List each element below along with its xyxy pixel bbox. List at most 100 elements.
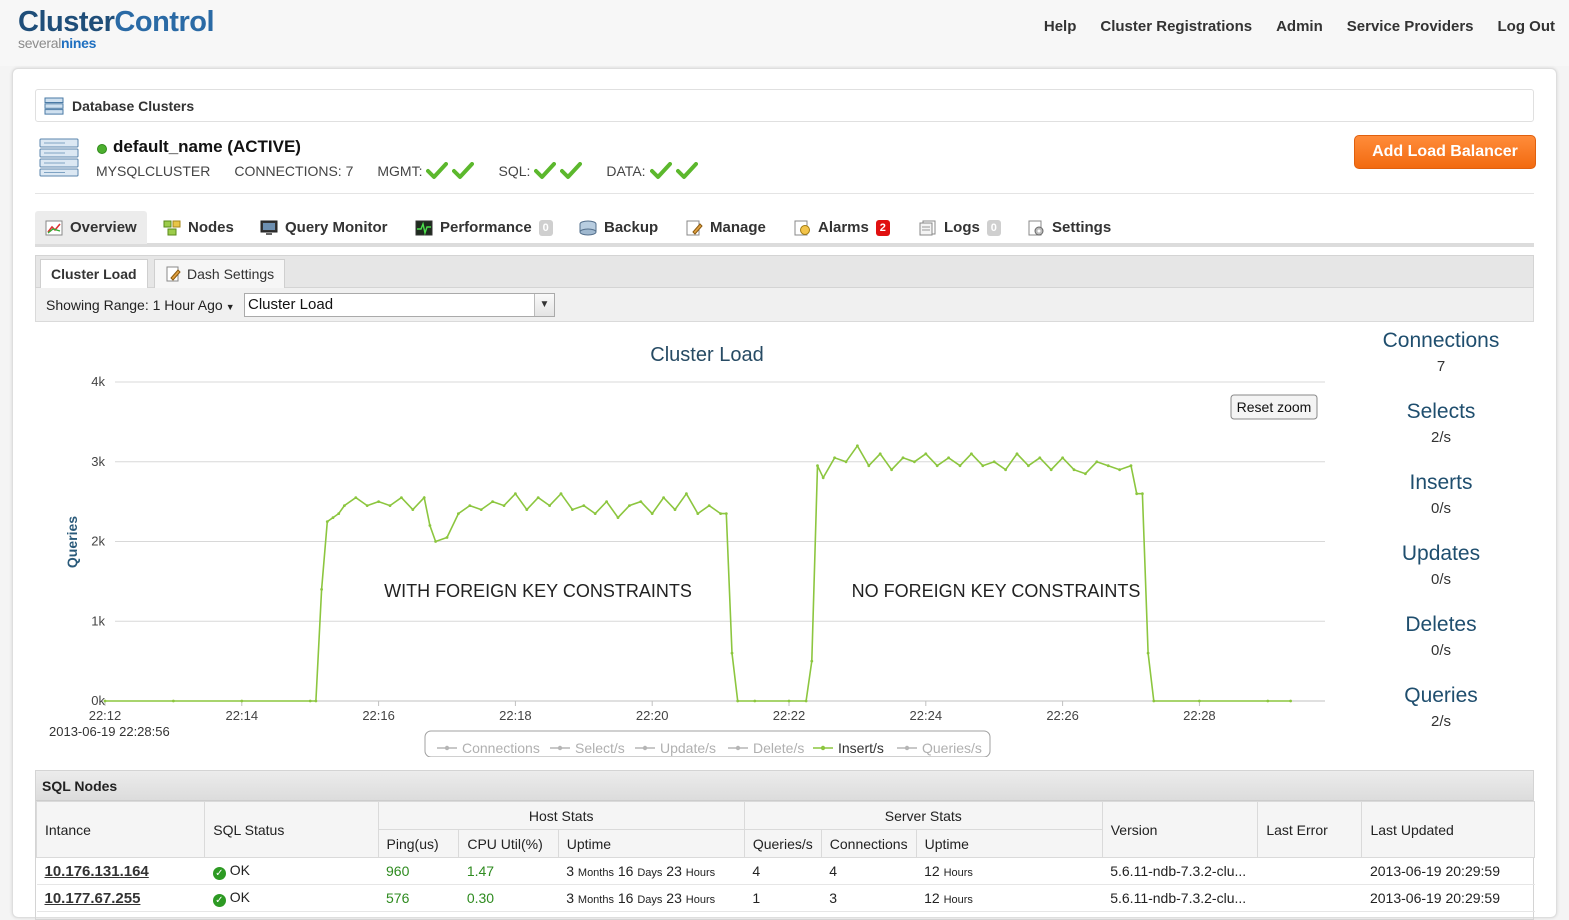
check-icon [675,162,698,179]
range-dropdown[interactable]: Showing Range: 1 Hour Ago ▼ [46,297,235,313]
x-tick-label: 22:28 [1183,708,1216,723]
stat-label: Updates [1401,542,1481,565]
chart-view-select[interactable]: Cluster Load ▼ [244,293,555,317]
last-error-cell [1257,884,1362,912]
logo-text: Cluster [18,6,115,38]
nav-log-out[interactable]: Log Out [1498,18,1555,35]
annotation-no-fk: NO FOREIGN KEY CONSTRAINTS [852,581,1141,601]
server-uptime-cell: 12 Hours [916,884,1103,912]
nav-service-providers[interactable]: Service Providers [1347,18,1474,35]
add-load-balancer-button[interactable]: Add Load Balancer [1354,135,1536,169]
stat-value: 2/s [1430,713,1451,730]
tab-alarms[interactable]: Alarms 2 [793,211,890,244]
insert-data-point [445,536,449,539]
tab-performance[interactable]: Performance 0 [415,211,553,244]
check-icon [426,162,449,179]
legend-item[interactable]: Delete/s [753,740,804,756]
legend-item[interactable]: Queries/s [922,740,982,756]
col-version[interactable]: Version [1101,801,1259,858]
data-label: DATA: [606,163,646,179]
insert-data-point [1004,468,1007,472]
nav-admin[interactable]: Admin [1276,18,1323,35]
reset-zoom-label[interactable]: Reset zoom [1237,399,1312,415]
clustercontrol-logo[interactable]: ClusterControl severalnines [18,6,215,50]
stat-selects: Selects 2/s [1351,400,1531,471]
query-monitor-icon [260,220,278,235]
insert-data-point [844,460,848,464]
col-sql-status[interactable]: SQL Status [204,801,379,858]
tab-logs[interactable]: Logs 0 [919,211,1001,244]
tab-nodes[interactable]: Nodes [163,211,234,244]
y-tick-label: 1k [91,613,105,628]
mgmt-status: MGMT: [377,162,475,180]
cluster-name[interactable]: default_name (ACTIVE) [113,137,301,157]
instance-link[interactable]: 10.177.67.255 [45,890,141,907]
uptime-num: 16 [617,890,634,906]
legend-item[interactable]: Insert/s [838,740,884,756]
col-cpu-util[interactable]: CPU Util(%) [458,829,559,858]
range-label: Showing Range: 1 Hour Ago [46,297,223,313]
tab-overview[interactable]: Overview [35,211,147,244]
cluster-type: MYSQLCLUSTER [96,163,211,179]
legend-marker-dot [904,745,910,751]
uptime-unit: Hours [943,894,973,906]
sql-nodes-panel: SQL Nodes Intance SQL Status Host Stats … [35,770,1535,920]
insert-data-point [810,659,814,663]
legend-item[interactable]: Update/s [660,740,716,756]
nav-help[interactable]: Help [1044,18,1077,35]
insert-data-point [411,508,415,511]
tab-label: Settings [1052,219,1112,236]
caret-down-icon: ▼ [225,302,235,312]
col-last-updated[interactable]: Last Updated [1361,801,1535,858]
stat-connections: Connections 7 [1351,329,1531,400]
uptime-num: 3 [566,890,575,906]
col-ping[interactable]: Ping(us) [377,829,460,858]
tab-backup[interactable]: Backup [579,211,658,244]
insert-data-point [685,492,688,496]
status-text: OK [229,889,250,905]
check-icon [534,162,557,179]
subtab-cluster-load[interactable]: Cluster Load [40,259,148,288]
tab-manage[interactable]: Manage [685,211,766,244]
sql-status: SQL: [498,162,583,180]
col-connections[interactable]: Connections [820,829,917,858]
tab-settings[interactable]: Settings [1027,211,1111,244]
chevron-down-icon[interactable]: ▼ [534,294,554,316]
uptime-num: 3 [566,863,575,879]
insert-data-point [1289,699,1292,703]
nav-cluster-registrations[interactable]: Cluster Registrations [1100,18,1252,35]
insert-data-point [240,699,244,703]
insert-data-point [491,500,494,503]
subtab-label: Cluster Load [51,266,137,282]
database-clusters-header: Database Clusters [35,89,1534,122]
group-host-stats: Host Stats [377,801,745,830]
stat-value: 0/s [1430,642,1451,659]
tab-query-monitor[interactable]: Query Monitor [260,211,388,244]
insert-data-point [878,452,882,456]
cluster-status-dot [97,144,107,154]
col-server-uptime[interactable]: Uptime [915,829,1103,858]
legend-item[interactable]: Select/s [575,740,625,756]
insert-data-point [821,476,825,480]
uptime-unit: Days [637,867,663,879]
table-header-row: Intance SQL Status Host Stats Server Sta… [35,801,1535,858]
instance-link[interactable]: 10.176.131.164 [45,863,149,880]
insert-data-point [525,508,529,511]
insert-data-point [571,508,574,511]
mgmt-label: MGMT: [377,163,423,179]
col-instance[interactable]: Intance [35,801,206,858]
uptime-unit: Hours [943,867,973,879]
col-last-error[interactable]: Last Error [1257,801,1363,858]
cluster-load-chart[interactable]: Cluster Load 0k 1k 2k 3k 4k 22:12 22:14 22:16 22:… [35,327,1335,757]
connections-cell: 3 [821,884,917,912]
insert-data-point [1135,492,1139,496]
tab-label: Performance [440,219,532,236]
subtab-dash-settings[interactable]: Dash Settings [154,259,286,288]
performance-badge: 0 [538,219,553,236]
stat-value: 7 [1436,358,1446,375]
legend-item[interactable]: Connections [462,740,540,756]
insert-data-point [365,504,369,507]
col-host-uptime[interactable]: Uptime [557,829,745,858]
col-queries-per-sec[interactable]: Queries/s [743,829,822,858]
x-tick-label: 22:18 [499,708,532,723]
